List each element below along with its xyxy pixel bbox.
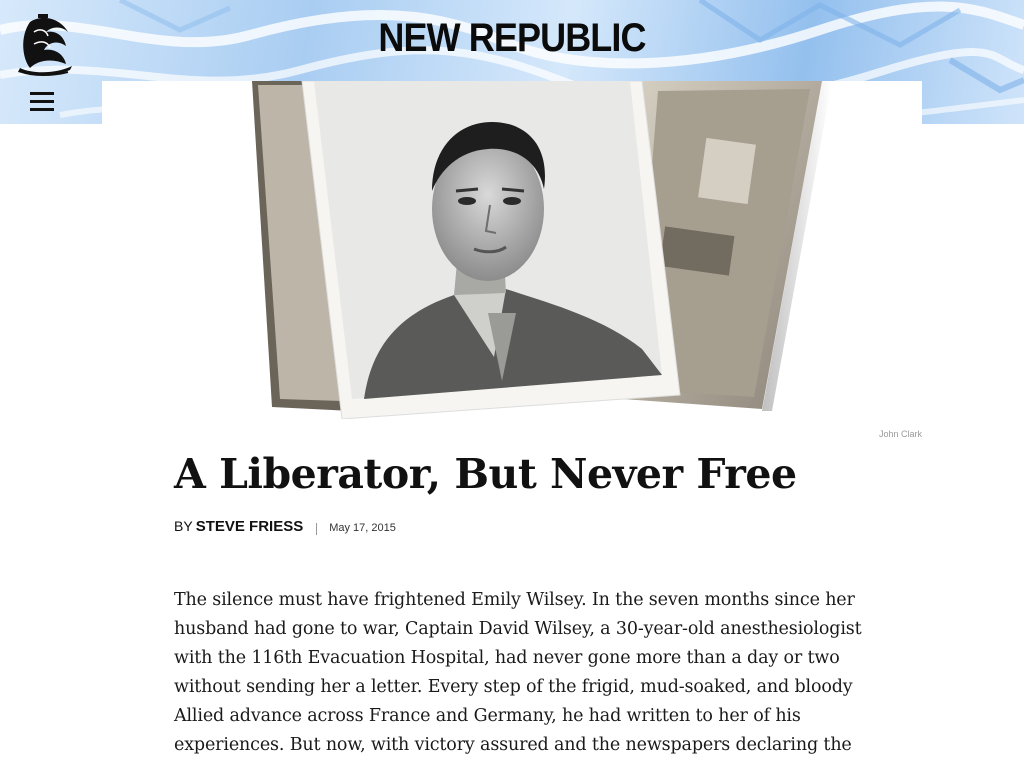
- article-headline: A Liberator, But Never Free: [174, 450, 797, 498]
- body-line: with the 116th Evacuation Hospital, had …: [174, 648, 840, 668]
- byline-prefix: BY: [174, 518, 193, 534]
- author-link[interactable]: STEVE FRIESS: [196, 518, 304, 535]
- site-brand-logo[interactable]: NEW REPUBLIC: [51, 14, 973, 62]
- hamburger-menu-icon[interactable]: [30, 89, 54, 113]
- hero-image: [102, 81, 922, 419]
- byline: BY STEVE FRIESS May 17, 2015: [174, 518, 396, 540]
- body-line: experiences. But now, with victory assur…: [174, 735, 852, 755]
- body-line: The silence must have frightened Emily W…: [174, 590, 855, 610]
- body-line: without sending her a letter. Every step…: [174, 677, 853, 697]
- photo-credit: John Clark: [878, 429, 922, 439]
- body-line: husband had gone to war, Captain David W…: [174, 619, 862, 639]
- body-line: Allied advance across France and Germany…: [174, 706, 801, 726]
- byline-divider: [316, 523, 318, 535]
- publish-date: May 17, 2015: [329, 522, 396, 534]
- article-body: The silence must have frightened Emily W…: [174, 586, 864, 760]
